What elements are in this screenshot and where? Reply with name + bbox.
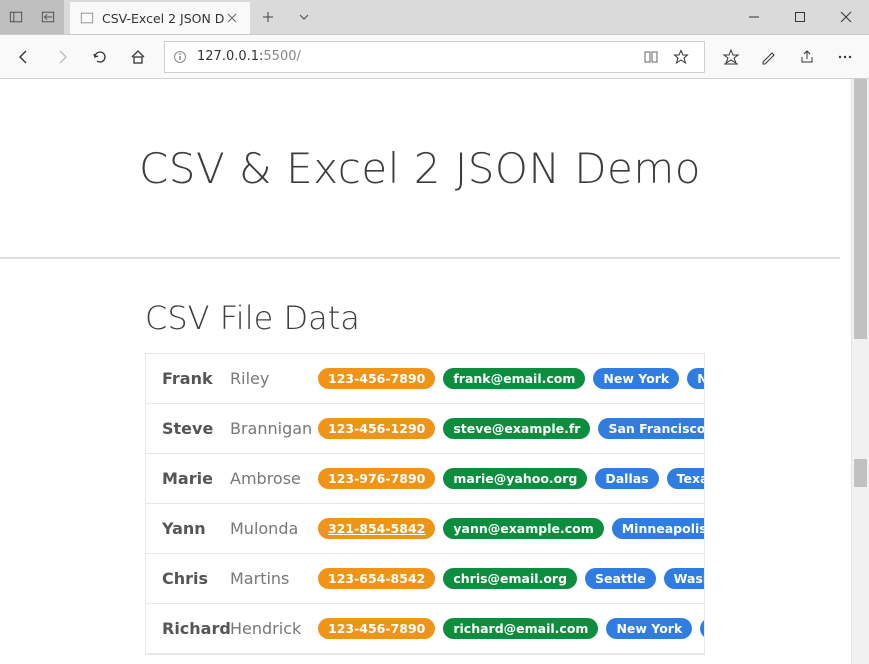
window-close-button[interactable] (823, 0, 869, 34)
hub-icon[interactable] (713, 39, 749, 75)
table-row: Frank Riley 123-456-7890 frank@email.com New… (146, 354, 704, 404)
phone-pill: 123-456-7890 (318, 618, 435, 639)
email-pill: marie@yahoo.org (443, 468, 587, 489)
city-pill: New York (606, 618, 692, 639)
page-viewport: CSV & Excel 2 JSON Demo CSV File Data Fr… (0, 79, 869, 664)
email-pill: chris@email.org (443, 568, 577, 589)
phone-pill: 321-854-5842 (318, 518, 435, 539)
first-name: Frank (162, 369, 222, 388)
last-name: Mulonda (230, 519, 310, 538)
state-pill: New York (700, 618, 704, 639)
browser-toolbar: 127.0.0.1:5500/ (0, 35, 869, 79)
scrollbar-thumb[interactable] (854, 79, 867, 339)
reading-view-icon[interactable] (638, 44, 664, 70)
city-pill: San Francisco (598, 418, 704, 439)
share-icon[interactable] (789, 39, 825, 75)
phone-pill: 123-654-8542 (318, 568, 435, 589)
browser-tab[interactable]: CSV-Excel 2 JSON Demo (70, 2, 250, 34)
phone-pill: 123-976-7890 (318, 468, 435, 489)
table-row: Steve Brannigan 123-456-1290 steve@example.… (146, 404, 704, 454)
city-pill: Minneapolis (612, 518, 704, 539)
home-button[interactable] (120, 39, 156, 75)
phone-pill: 123-456-1290 (318, 418, 435, 439)
city-pill: Seattle (585, 568, 656, 589)
window-maximize-button[interactable] (777, 0, 823, 34)
last-name: Riley (230, 369, 310, 388)
scrollbar-thumb[interactable] (854, 459, 867, 487)
table-row: Chris Martins 123-654-8542 chris@email.org S… (146, 554, 704, 604)
address-bar[interactable]: 127.0.0.1:5500/ (164, 41, 705, 73)
email-pill: frank@email.com (443, 368, 585, 389)
table-row: Yann Mulonda 321-854-5842 yann@example.com M… (146, 504, 704, 554)
city-pill: Dallas (595, 468, 658, 489)
url-text: 127.0.0.1:5500/ (197, 49, 638, 64)
last-name: Brannigan (230, 419, 310, 438)
state-pill: Texas (667, 468, 704, 489)
tab-close-icon[interactable] (224, 10, 240, 26)
notes-icon[interactable] (751, 39, 787, 75)
forward-button[interactable] (44, 39, 80, 75)
back-button[interactable] (6, 39, 42, 75)
email-pill: yann@example.com (443, 518, 603, 539)
site-info-icon[interactable] (171, 48, 189, 66)
page-title: CSV & Excel 2 JSON Demo (139, 144, 701, 193)
last-name: Hendrick (230, 619, 310, 638)
state-pill: Washington (664, 568, 704, 589)
first-name: Steve (162, 419, 222, 438)
tab-title: CSV-Excel 2 JSON Demo (102, 11, 224, 26)
settings-menu-icon[interactable] (827, 39, 863, 75)
section-title: CSV File Data (145, 299, 840, 337)
browser-titlebar: CSV-Excel 2 JSON Demo (0, 0, 869, 34)
tab-list-dropdown-icon[interactable] (286, 0, 322, 34)
vertical-scrollbar[interactable] (851, 79, 869, 664)
tab-aside-icon[interactable] (0, 0, 32, 34)
first-name: Richard (162, 619, 222, 638)
last-name: Ambrose (230, 469, 310, 488)
page-hero: CSV & Excel 2 JSON Demo (0, 79, 840, 259)
phone-pill: 123-456-7890 (318, 368, 435, 389)
last-name: Martins (230, 569, 310, 588)
table-row: Richard Hendrick 123-456-7890 richard@email… (146, 604, 704, 654)
first-name: Chris (162, 569, 222, 588)
city-pill: New York (593, 368, 679, 389)
email-pill: steve@example.fr (443, 418, 590, 439)
table-row: Marie Ambrose 123-976-7890 marie@yahoo.org D… (146, 454, 704, 504)
tab-favicon (80, 11, 94, 25)
favorites-star-icon[interactable] (668, 44, 694, 70)
refresh-button[interactable] (82, 39, 118, 75)
window-minimize-button[interactable] (731, 0, 777, 34)
data-table: Frank Riley 123-456-7890 frank@email.com New… (145, 353, 705, 655)
first-name: Yann (162, 519, 222, 538)
first-name: Marie (162, 469, 222, 488)
page-content: CSV & Excel 2 JSON Demo CSV File Data Fr… (0, 79, 851, 664)
state-pill: New York (687, 368, 704, 389)
new-tab-button[interactable] (250, 0, 286, 34)
tab-preview-icon[interactable] (32, 0, 64, 34)
email-pill: richard@email.com (443, 618, 598, 639)
